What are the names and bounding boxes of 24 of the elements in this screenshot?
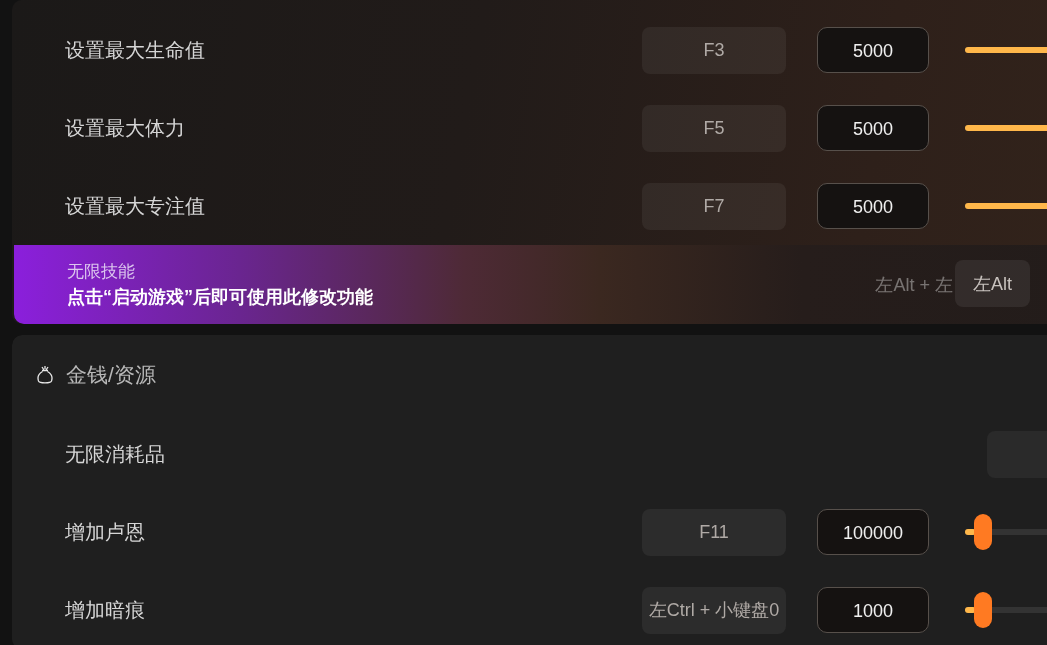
option-label: 增加卢恩 <box>65 519 146 545</box>
option-label: 无限技能 <box>67 261 136 283</box>
value-field[interactable]: 5000 <box>817 183 929 229</box>
hotkey-button[interactable]: F11 <box>642 508 786 556</box>
hotkey-button[interactable]: 左Alt <box>955 260 1030 307</box>
slider-thumb[interactable] <box>974 514 993 550</box>
hotkey-button[interactable]: 左Ctrl + 小键盘0 <box>642 586 786 634</box>
value-field[interactable]: 5000 <box>817 27 929 73</box>
option-label: 无限消耗品 <box>65 441 166 467</box>
section-title: 金钱/资源 <box>66 362 156 388</box>
hotkey-button[interactable]: F5 <box>642 104 786 152</box>
value-field[interactable]: 100000 <box>817 509 929 555</box>
value-field[interactable]: 1000 <box>817 587 929 633</box>
option-label: 增加暗痕 <box>65 597 146 623</box>
value-field[interactable]: 5000 <box>817 105 929 151</box>
hotkey-button[interactable]: F7 <box>642 182 786 230</box>
slider-thumb[interactable] <box>974 592 993 628</box>
option-label: 设置最大体力 <box>65 115 186 141</box>
hotkey-button[interactable]: F3 <box>642 26 786 74</box>
option-label: 设置最大专注值 <box>65 193 206 219</box>
money-bag-icon <box>36 365 54 385</box>
hotkey-hint: 左Alt + 左 <box>875 273 953 297</box>
locked-notice: 点击“启动游戏”后即可使用此修改功能 <box>67 286 374 309</box>
option-label: 设置最大生命值 <box>65 37 206 63</box>
